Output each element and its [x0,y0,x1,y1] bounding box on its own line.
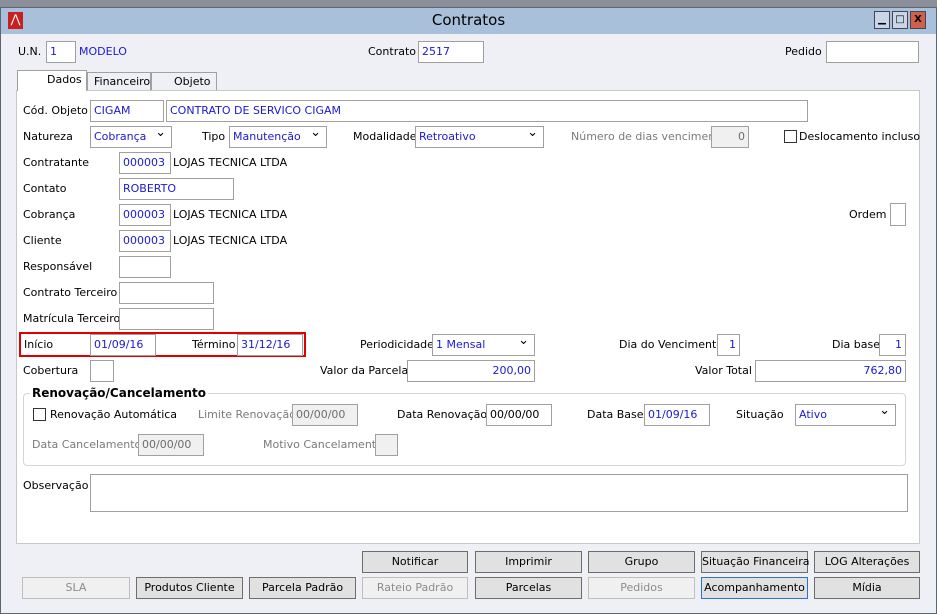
renovacao-auto-label: Renovação Automática [50,408,178,421]
cobertura-label: Cobertura [23,364,79,377]
imprimir-button[interactable]: Imprimir [475,551,582,573]
data-cancelamento-label: Data Cancelamento [32,438,142,451]
valor-total-input[interactable]: 762,80 [755,360,906,382]
ordem-label: Ordem [849,208,887,221]
valor-parcela-label: Valor da Parcela [320,364,409,377]
cobranca-code-input[interactable]: 000003 [119,204,171,226]
observacao-textarea[interactable] [90,474,908,512]
renovacao-title: Renovação/Cancelamento [30,386,208,400]
parcelas-button[interactable]: Parcelas [475,577,582,599]
cliente-code-input[interactable]: 000003 [119,230,171,252]
produtos-cliente-button[interactable]: Produtos Cliente [136,577,243,599]
motivo-cancelamento-label: Motivo Cancelamento [263,438,383,451]
data-cancelamento-input[interactable]: 00/00/00 [138,434,204,456]
contato-input[interactable]: ROBERTO [119,178,234,200]
limite-renovacao-input[interactable]: 00/00/00 [292,404,358,426]
dia-vencimento-label: Dia do Vencimento [619,338,723,351]
sla-button[interactable]: SLA [22,577,130,599]
responsavel-label: Responsável [23,260,93,273]
termino-label: Término [192,338,236,351]
responsavel-input[interactable] [119,256,171,278]
matricula-terceiro-label: Matrícula Terceiro [23,312,121,325]
contato-label: Contato [23,182,67,195]
cobranca-name: LOJAS TECNICA LTDA [173,208,288,221]
inicio-input[interactable]: 01/09/16 [90,334,156,356]
pedidos-button[interactable]: Pedidos [588,577,695,599]
observacao-label: Observação [23,479,89,492]
ordem-input[interactable] [890,203,906,226]
dias-vencimento-input[interactable]: 0 [711,126,749,148]
cod-objeto-input[interactable]: CIGAM [90,100,164,122]
data-renovacao-input[interactable]: 00/00/00 [486,404,552,426]
valor-parcela-input[interactable]: 200,00 [407,360,535,382]
situacao-select[interactable]: Ativo [795,403,896,426]
contrato-terceiro-label: Contrato Terceiro [23,286,118,299]
rateio-padrao-button[interactable]: Rateio Padrão [362,577,468,599]
cobranca-label: Cobrança [23,208,76,221]
cobertura-input[interactable] [90,360,114,382]
dia-base-input[interactable]: 1 [879,334,906,356]
deslocamento-checkbox[interactable] [784,130,797,143]
cod-objeto-label: Cód. Objeto [23,104,88,117]
data-base-input[interactable]: 01/09/16 [644,404,710,426]
deslocamento-label: Deslocamento incluso [799,130,921,143]
data-base-label: Data Base [587,408,644,421]
termino-input[interactable]: 31/12/16 [237,334,303,356]
periodicidade-label: Periodicidade [360,338,434,351]
grupo-button[interactable]: Grupo [588,551,695,573]
cliente-name: LOJAS TECNICA LTDA [173,234,288,247]
limite-renovacao-label: Limite Renovação [198,408,296,421]
tipo-label: Tipo [202,130,226,143]
tipo-select[interactable]: Manutenção [229,125,327,148]
notificar-button[interactable]: Notificar [362,551,468,573]
data-renovacao-label: Data Renovação [397,408,488,421]
situacao-financeira-button[interactable]: Situação Financeira [701,551,809,573]
motivo-cancelamento-input[interactable] [375,434,398,456]
tab-dados[interactable]: Dados [17,70,87,91]
situacao-label: Situação [736,408,784,421]
inicio-label: Início [24,338,54,351]
contratante-name: LOJAS TECNICA LTDA [173,156,288,169]
contratante-label: Contratante [23,156,90,169]
modalidade-select[interactable]: Retroativo [415,125,544,148]
periodicidade-select[interactable]: 1 Mensal [432,333,535,356]
contrato-terceiro-input[interactable] [119,282,214,304]
form-area: Cód. Objeto CIGAM CONTRATO DE SERVICO CI… [0,0,937,614]
dias-vencimento-label: Número de dias vencimento [571,130,727,143]
cliente-label: Cliente [23,234,62,247]
cod-objeto-desc[interactable]: CONTRATO DE SERVICO CIGAM [166,100,808,122]
log-alteracoes-button[interactable]: LOG Alterações [814,551,920,573]
acompanhamento-button[interactable]: Acompanhamento [701,577,808,599]
dia-vencimento-input[interactable]: 1 [717,334,740,356]
renovacao-auto-checkbox[interactable] [33,408,46,421]
contratante-code-input[interactable]: 000003 [119,152,171,174]
midia-button[interactable]: Mídia [814,577,920,599]
natureza-select[interactable]: Cobrança [90,125,172,148]
parcela-padrao-button[interactable]: Parcela Padrão [249,577,356,599]
valor-total-label: Valor Total [695,364,752,377]
dia-base-label: Dia base [832,338,880,351]
modalidade-label: Modalidade [353,130,417,143]
natureza-label: Natureza [23,130,73,143]
matricula-terceiro-input[interactable] [119,308,214,330]
